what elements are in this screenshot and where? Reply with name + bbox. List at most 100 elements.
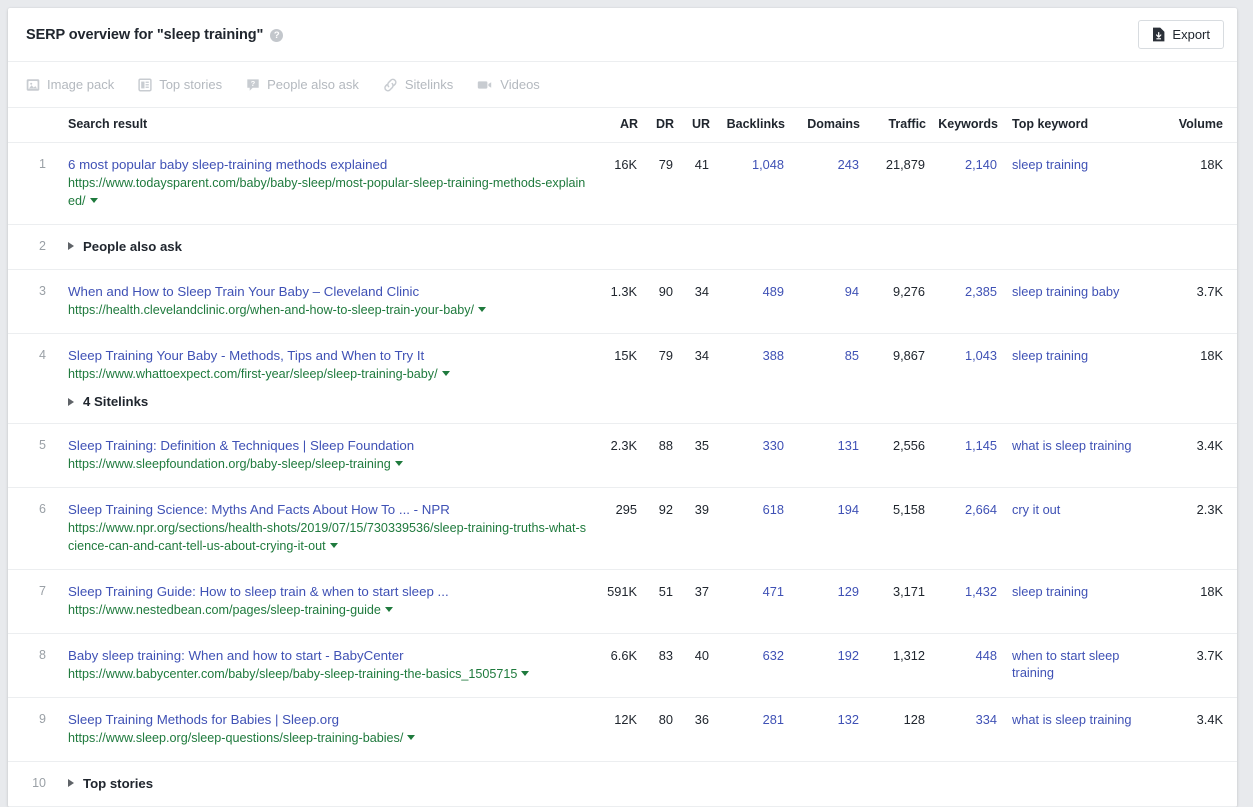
column-dr[interactable]: DR xyxy=(638,108,674,143)
metric-backlinks[interactable]: 618 xyxy=(763,502,784,517)
metric-dr: 79 xyxy=(659,348,673,363)
export-button[interactable]: Export xyxy=(1138,20,1224,49)
top-keyword-link[interactable]: sleep training baby xyxy=(1012,284,1119,299)
volume-cell: 18K xyxy=(1158,570,1237,634)
top-keyword-link[interactable]: when to start sleep training xyxy=(1012,648,1119,680)
chevron-down-icon[interactable] xyxy=(90,198,98,203)
top-keyword-link[interactable]: sleep training xyxy=(1012,584,1088,599)
serp-feature-expand-toggle[interactable]: Top stories xyxy=(68,776,153,791)
sitelinks-expand-toggle[interactable]: 4 Sitelinks xyxy=(68,394,148,409)
column-keywords[interactable]: Keywords xyxy=(926,108,998,143)
metric-domains[interactable]: 85 xyxy=(845,348,859,363)
search-result-cell: Sleep Training Science: Myths And Facts … xyxy=(46,488,592,570)
result-url-line: https://www.npr.org/sections/health-shot… xyxy=(68,519,591,555)
serp-feature-top-stories[interactable]: Top stories xyxy=(138,77,222,92)
metric-backlinks[interactable]: 1,048 xyxy=(752,157,784,172)
result-url[interactable]: https://www.sleep.org/sleep-questions/sl… xyxy=(68,731,403,745)
metric-domains[interactable]: 132 xyxy=(838,712,859,727)
metric-traffic-cell: 9,276 xyxy=(860,270,926,334)
table-row: 6Sleep Training Science: Myths And Facts… xyxy=(8,488,1237,570)
metric-backlinks[interactable]: 632 xyxy=(763,648,784,663)
metric-keywords[interactable]: 448 xyxy=(976,648,997,663)
metric-volume: 3.7K xyxy=(1197,648,1223,663)
column-backlinks[interactable]: Backlinks xyxy=(710,108,785,143)
result-title-link[interactable]: Sleep Training Guide: How to sleep train… xyxy=(68,584,449,599)
column-ur[interactable]: UR xyxy=(674,108,710,143)
chevron-down-icon[interactable] xyxy=(385,607,393,612)
metric-ur: 34 xyxy=(695,348,709,363)
metric-backlinks[interactable]: 471 xyxy=(763,584,784,599)
result-title-link[interactable]: Sleep Training Science: Myths And Facts … xyxy=(68,502,450,517)
metric-keywords[interactable]: 1,043 xyxy=(965,348,997,363)
volume-cell: 3.4K xyxy=(1158,424,1237,488)
top-keyword-link[interactable]: sleep training xyxy=(1012,157,1088,172)
chevron-down-icon[interactable] xyxy=(330,543,338,548)
top-keyword-link[interactable]: what is sleep training xyxy=(1012,712,1132,727)
metric-keywords[interactable]: 2,664 xyxy=(965,502,997,517)
serp-feature-sitelinks[interactable]: Sitelinks xyxy=(383,77,453,92)
table-row: 1 6 most popular baby sleep-training meth… xyxy=(8,143,1237,225)
result-url[interactable]: https://www.npr.org/sections/health-shot… xyxy=(68,521,586,553)
column-ar[interactable]: AR xyxy=(592,108,638,143)
serp-feature-row: 2People also ask xyxy=(8,225,1237,270)
column-traffic[interactable]: Traffic xyxy=(860,108,926,143)
metric-dr: 90 xyxy=(659,284,673,299)
sitelinks-link-icon xyxy=(383,78,398,92)
metric-backlinks[interactable]: 281 xyxy=(763,712,784,727)
top-keyword-link[interactable]: cry it out xyxy=(1012,502,1060,517)
result-url[interactable]: https://www.babycenter.com/baby/sleep/ba… xyxy=(68,667,517,681)
metric-backlinks[interactable]: 388 xyxy=(763,348,784,363)
metric-keywords[interactable]: 1,145 xyxy=(965,438,997,453)
top-keyword-link[interactable]: what is sleep training xyxy=(1012,438,1132,453)
column-search-result[interactable]: Search result xyxy=(46,108,592,143)
metric-keywords-cell: 334 xyxy=(926,698,998,762)
metric-domains[interactable]: 192 xyxy=(838,648,859,663)
result-title-link[interactable]: Sleep Training Your Baby - Methods, Tips… xyxy=(68,348,424,363)
top-keyword-link[interactable]: sleep training xyxy=(1012,348,1088,363)
metric-keywords[interactable]: 2,385 xyxy=(965,284,997,299)
metric-keywords[interactable]: 334 xyxy=(976,712,997,727)
chevron-down-icon[interactable] xyxy=(521,671,529,676)
metric-volume: 18K xyxy=(1200,584,1223,599)
rank-number: 8 xyxy=(39,648,46,662)
result-url[interactable]: https://health.clevelandclinic.org/when-… xyxy=(68,303,474,317)
serp-feature-expand-toggle[interactable]: People also ask xyxy=(68,239,182,254)
column-top-keyword[interactable]: Top keyword xyxy=(998,108,1158,143)
metric-keywords[interactable]: 1,432 xyxy=(965,584,997,599)
metric-domains[interactable]: 243 xyxy=(838,157,859,172)
chevron-down-icon[interactable] xyxy=(407,735,415,740)
column-domains[interactable]: Domains xyxy=(785,108,860,143)
serp-feature-videos[interactable]: Videos xyxy=(477,77,540,92)
result-url[interactable]: https://www.todaysparent.com/baby/baby-s… xyxy=(68,176,585,208)
metric-domains-cell: 94 xyxy=(785,270,860,334)
metric-backlinks[interactable]: 330 xyxy=(763,438,784,453)
row-rank: 1 xyxy=(8,143,46,225)
result-url[interactable]: https://www.whattoexpect.com/first-year/… xyxy=(68,367,438,381)
metric-domains[interactable]: 194 xyxy=(838,502,859,517)
chevron-down-icon[interactable] xyxy=(395,461,403,466)
result-url[interactable]: https://www.nestedbean.com/pages/sleep-t… xyxy=(68,603,381,617)
result-title-link[interactable]: Baby sleep training: When and how to sta… xyxy=(68,648,404,663)
result-url-line: https://www.nestedbean.com/pages/sleep-t… xyxy=(68,601,591,619)
metric-ar: 6.6K xyxy=(611,648,637,663)
metric-domains[interactable]: 129 xyxy=(838,584,859,599)
chevron-down-icon[interactable] xyxy=(478,307,486,312)
serp-feature-image-pack[interactable]: Image pack xyxy=(26,77,114,92)
help-icon[interactable]: ? xyxy=(270,29,283,42)
metric-backlinks-cell: 618 xyxy=(710,488,785,570)
result-title-link[interactable]: Sleep Training: Definition & Techniques … xyxy=(68,438,414,453)
metric-backlinks[interactable]: 489 xyxy=(763,284,784,299)
metric-domains[interactable]: 94 xyxy=(845,284,859,299)
metric-ur-cell: 34 xyxy=(674,334,710,424)
chevron-down-icon[interactable] xyxy=(442,371,450,376)
result-title-link[interactable]: Sleep Training Methods for Babies | Slee… xyxy=(68,712,339,727)
column-volume[interactable]: Volume xyxy=(1158,108,1237,143)
result-title-link[interactable]: 6 most popular baby sleep-training metho… xyxy=(68,157,387,172)
result-title-link[interactable]: When and How to Sleep Train Your Baby – … xyxy=(68,284,419,299)
search-result-cell: Sleep Training: Definition & Techniques … xyxy=(46,424,592,488)
serp-feature-people-also-ask[interactable]: ? People also ask xyxy=(246,77,359,92)
metric-volume: 3.4K xyxy=(1197,712,1223,727)
result-url[interactable]: https://www.sleepfoundation.org/baby-sle… xyxy=(68,457,391,471)
metric-domains[interactable]: 131 xyxy=(838,438,859,453)
metric-keywords[interactable]: 2,140 xyxy=(965,157,997,172)
